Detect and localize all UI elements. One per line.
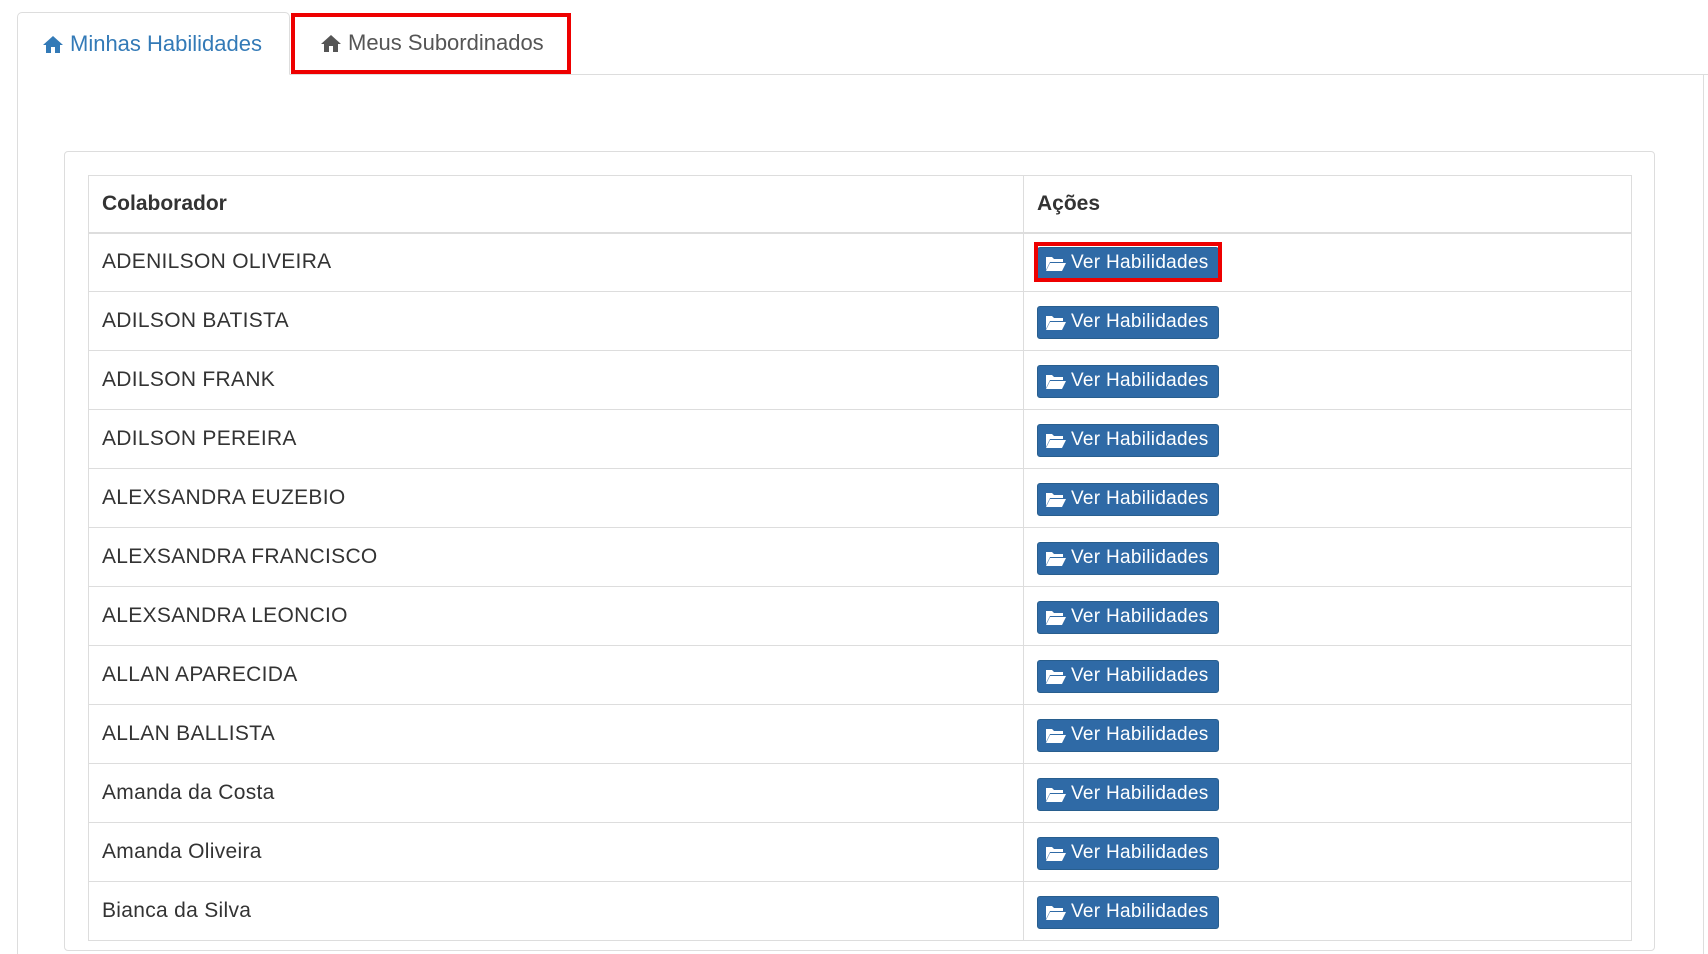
actions-cell: Ver Habilidades [1023,350,1632,410]
table-row: ALLAN APARECIDA Ver Habilidades [88,645,1632,705]
button-label: Ver Habilidades [1071,606,1209,627]
ver-habilidades-button[interactable]: Ver Habilidades [1037,600,1219,634]
button-label: Ver Habilidades [1071,783,1209,804]
tab-bar: Minhas Habilidades Meus Subordinados [17,12,1708,75]
ver-habilidades-button[interactable]: Ver Habilidades [1037,777,1219,811]
button-label: Ver Habilidades [1071,488,1209,509]
ver-habilidades-button[interactable]: Ver Habilidades [1037,718,1219,752]
folder-open-icon [1045,667,1067,685]
colaborador-name: ALLAN BALLISTA [88,704,1024,764]
table-row: Amanda da Costa Ver Habilidades [88,763,1632,823]
table-row: ALLAN BALLISTA Ver Habilidades [88,704,1632,764]
tab-meus-subordinados[interactable]: Meus Subordinados [296,12,574,74]
actions-cell: Ver Habilidades [1023,645,1632,705]
actions-cell: Ver Habilidades [1023,232,1632,292]
button-label: Ver Habilidades [1071,724,1209,745]
home-icon [320,33,342,53]
table-row: ALEXSANDRA FRANCISCO Ver Habilidades [88,527,1632,587]
actions-cell: Ver Habilidades [1023,763,1632,823]
subordinates-table: Colaborador Ações ADENILSON OLIVEIRA Ver … [88,175,1632,941]
home-icon [42,34,64,54]
folder-open-icon [1045,726,1067,744]
button-label: Ver Habilidades [1071,370,1209,391]
table-row: ADILSON PEREIRA Ver Habilidades [88,409,1632,469]
actions-cell: Ver Habilidades [1023,704,1632,764]
colaborador-name: ADILSON BATISTA [88,291,1024,351]
folder-open-icon [1045,549,1067,567]
actions-cell: Ver Habilidades [1023,822,1632,882]
colaborador-name: ADILSON FRANK [88,350,1024,410]
table-row: ALEXSANDRA EUZEBIO Ver Habilidades [88,468,1632,528]
table-row: ADILSON FRANK Ver Habilidades [88,350,1632,410]
colaborador-name: ADILSON PEREIRA [88,409,1024,469]
colaborador-name: Amanda da Costa [88,763,1024,823]
folder-open-icon [1045,903,1067,921]
table-row: ADILSON BATISTA Ver Habilidades [88,291,1632,351]
button-label: Ver Habilidades [1071,665,1209,686]
ver-habilidades-button[interactable]: Ver Habilidades [1037,659,1219,693]
colaborador-name: ALEXSANDRA FRANCISCO [88,527,1024,587]
colaborador-name: Bianca da Silva [88,881,1024,941]
button-label: Ver Habilidades [1071,429,1209,450]
button-label: Ver Habilidades [1071,842,1209,863]
table-row: ALEXSANDRA LEONCIO Ver Habilidades [88,586,1632,646]
folder-open-icon [1045,254,1067,272]
folder-open-icon [1045,372,1067,390]
actions-cell: Ver Habilidades [1023,527,1632,587]
folder-open-icon [1045,313,1067,331]
ver-habilidades-button[interactable]: Ver Habilidades [1037,246,1219,280]
actions-cell: Ver Habilidades [1023,291,1632,351]
folder-open-icon [1045,490,1067,508]
actions-cell: Ver Habilidades [1023,586,1632,646]
table-header-row: Colaborador Ações [88,175,1632,234]
colaborador-name: ALLAN APARECIDA [88,645,1024,705]
actions-cell: Ver Habilidades [1023,881,1632,941]
ver-habilidades-button[interactable]: Ver Habilidades [1037,364,1219,398]
folder-open-icon [1045,785,1067,803]
column-header-acoes: Ações [1023,175,1632,234]
colaborador-name: ADENILSON OLIVEIRA [88,232,1024,292]
folder-open-icon [1045,608,1067,626]
button-label: Ver Habilidades [1071,901,1209,922]
tab-label: Minhas Habilidades [70,30,262,56]
ver-habilidades-button[interactable]: Ver Habilidades [1037,305,1219,339]
actions-cell: Ver Habilidades [1023,468,1632,528]
folder-open-icon [1045,844,1067,862]
colaborador-name: ALEXSANDRA EUZEBIO [88,468,1024,528]
button-label: Ver Habilidades [1071,547,1209,568]
table-row: Bianca da Silva Ver Habilidades [88,881,1632,941]
table-row: Amanda Oliveira Ver Habilidades [88,822,1632,882]
ver-habilidades-button[interactable]: Ver Habilidades [1037,423,1219,457]
column-header-colaborador: Colaborador [88,175,1024,234]
ver-habilidades-button[interactable]: Ver Habilidades [1037,895,1219,929]
button-label: Ver Habilidades [1071,311,1209,332]
ver-habilidades-button[interactable]: Ver Habilidades [1037,836,1219,870]
actions-cell: Ver Habilidades [1023,409,1632,469]
button-label: Ver Habilidades [1071,252,1209,274]
folder-open-icon [1045,431,1067,449]
colaborador-name: ALEXSANDRA LEONCIO [88,586,1024,646]
ver-habilidades-button[interactable]: Ver Habilidades [1037,482,1219,516]
table-row: ADENILSON OLIVEIRA Ver Habilidades [88,232,1632,292]
ver-habilidades-button[interactable]: Ver Habilidades [1037,541,1219,575]
colaborador-name: Amanda Oliveira [88,822,1024,882]
tab-label: Meus Subordinados [348,30,544,55]
tab-minhas-habilidades[interactable]: Minhas Habilidades [17,12,290,75]
